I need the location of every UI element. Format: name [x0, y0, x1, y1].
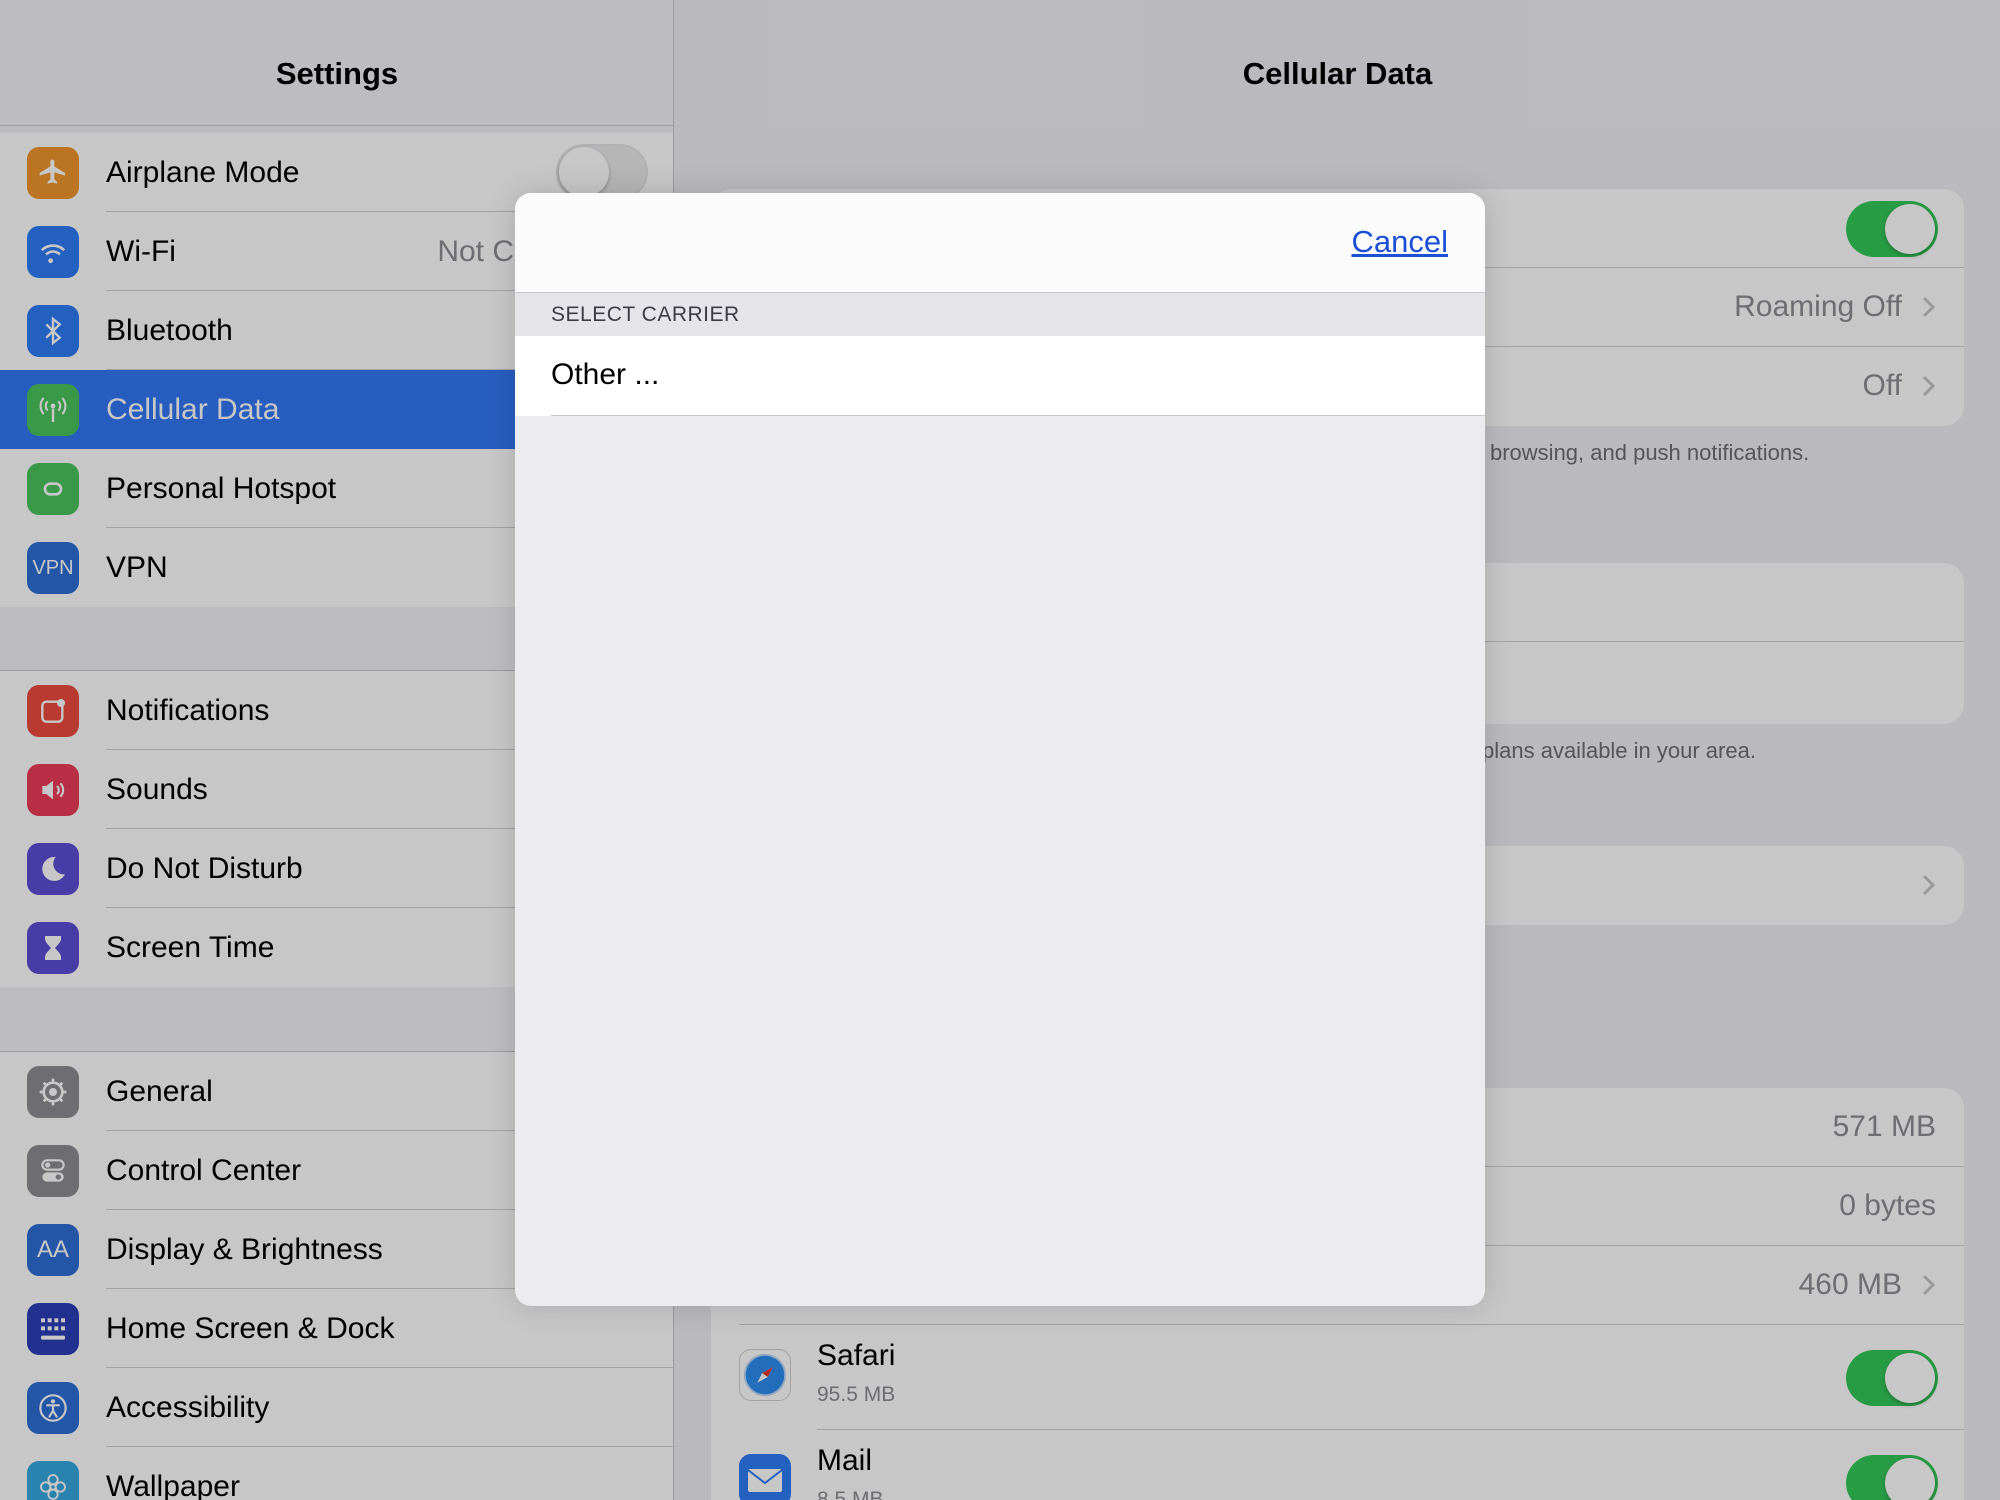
carrier-option-label: Other ... [551, 358, 660, 391]
cancel-button[interactable]: Cancel [1352, 224, 1449, 260]
section-header: SELECT CARRIER [515, 293, 1485, 336]
select-carrier-sheet: Cancel SELECT CARRIER Other ... [515, 193, 1485, 1306]
sheet-header: Cancel [515, 193, 1485, 293]
section-header-label: SELECT CARRIER [551, 303, 740, 326]
carrier-option-other[interactable]: Other ... [515, 336, 1485, 416]
